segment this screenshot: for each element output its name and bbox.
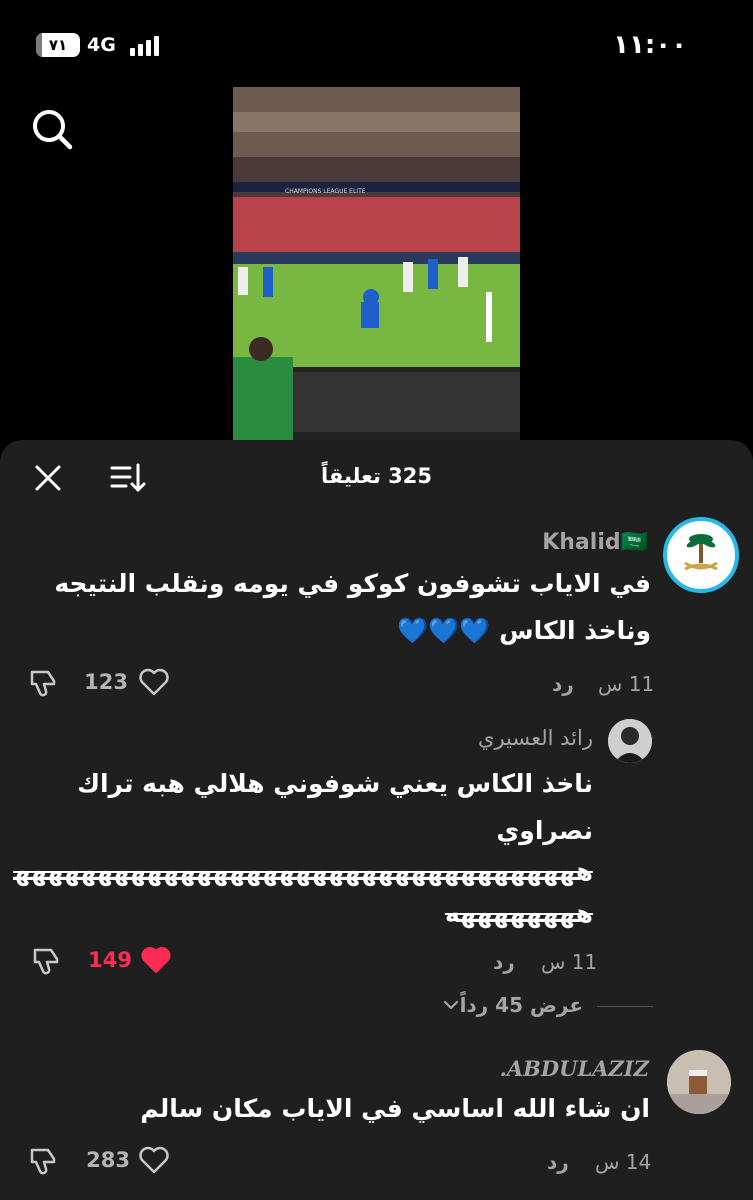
comment-username[interactable]: ABDULAZIZ.: [500, 1056, 649, 1081]
video-frame: [233, 87, 520, 440]
like-count: 149: [88, 948, 132, 972]
heart-outline-icon[interactable]: [138, 667, 170, 697]
video-player[interactable]: CHAMPIONS LEAGUE ELITE: [233, 87, 520, 440]
clock: ١١:٠٠: [613, 30, 687, 60]
like-count: 283: [86, 1148, 130, 1172]
like-count: 123: [84, 670, 128, 694]
chevron-down-icon: [442, 996, 460, 1014]
avatar[interactable]: [667, 1050, 731, 1114]
view-replies-label: عرض 45 رداً: [459, 993, 583, 1017]
avatar[interactable]: [608, 719, 652, 763]
heart-filled-icon[interactable]: [140, 945, 172, 975]
avatar[interactable]: [663, 517, 739, 593]
divider-line: [597, 1006, 653, 1007]
saudi-emblem-icon: [671, 525, 731, 585]
status-bar: ٧١ 4G ١١:٠٠: [0, 0, 753, 90]
comment-text-line: ههههههههه: [444, 899, 593, 928]
thumbs-down-icon[interactable]: [28, 1145, 60, 1175]
battery-level: ٧١: [48, 36, 68, 54]
comment-time: 14 س: [595, 1150, 652, 1174]
comment-text: ان شاء الله اساسي في الاياب مكان سالم: [140, 1094, 650, 1123]
comments-count-title: 325 تعليقاً: [320, 464, 433, 488]
thumbs-down-icon[interactable]: [31, 945, 63, 975]
user-photo: [608, 719, 652, 763]
battery-icon: ٧١: [36, 33, 80, 57]
user-photo: [667, 1050, 731, 1114]
sheet-header: 325 تعليقاً: [0, 440, 753, 515]
reply-button[interactable]: رد: [493, 950, 515, 974]
comment-time: 11 س: [541, 950, 598, 974]
comment-username[interactable]: رائد العسيري: [478, 726, 593, 750]
comment-username[interactable]: Khalid🇸🇦: [542, 530, 648, 555]
comment-text-line: هههههههههههههههههههههههههههههههههههههه: [13, 857, 593, 886]
search-icon[interactable]: [30, 107, 74, 151]
reply-button[interactable]: رد: [547, 1150, 569, 1174]
comment-time: 11 س: [598, 672, 655, 696]
heart-outline-icon[interactable]: [138, 1145, 170, 1175]
network-type: 4G: [87, 34, 116, 56]
comment-text-line: ناخذ الكاس يعني شوفوني هلالي هبه تراك نص…: [77, 769, 593, 845]
thumbs-down-icon[interactable]: [28, 667, 60, 697]
comment-text: في الاياب تشوفون كوكو في يومه ونقلب النت…: [54, 569, 651, 645]
banner-text: CHAMPIONS LEAGUE ELITE: [285, 188, 366, 195]
view-replies-button[interactable]: عرض 45 رداً: [442, 991, 653, 1021]
reply-button[interactable]: رد: [552, 672, 574, 696]
signal-bars-icon: [130, 36, 162, 56]
